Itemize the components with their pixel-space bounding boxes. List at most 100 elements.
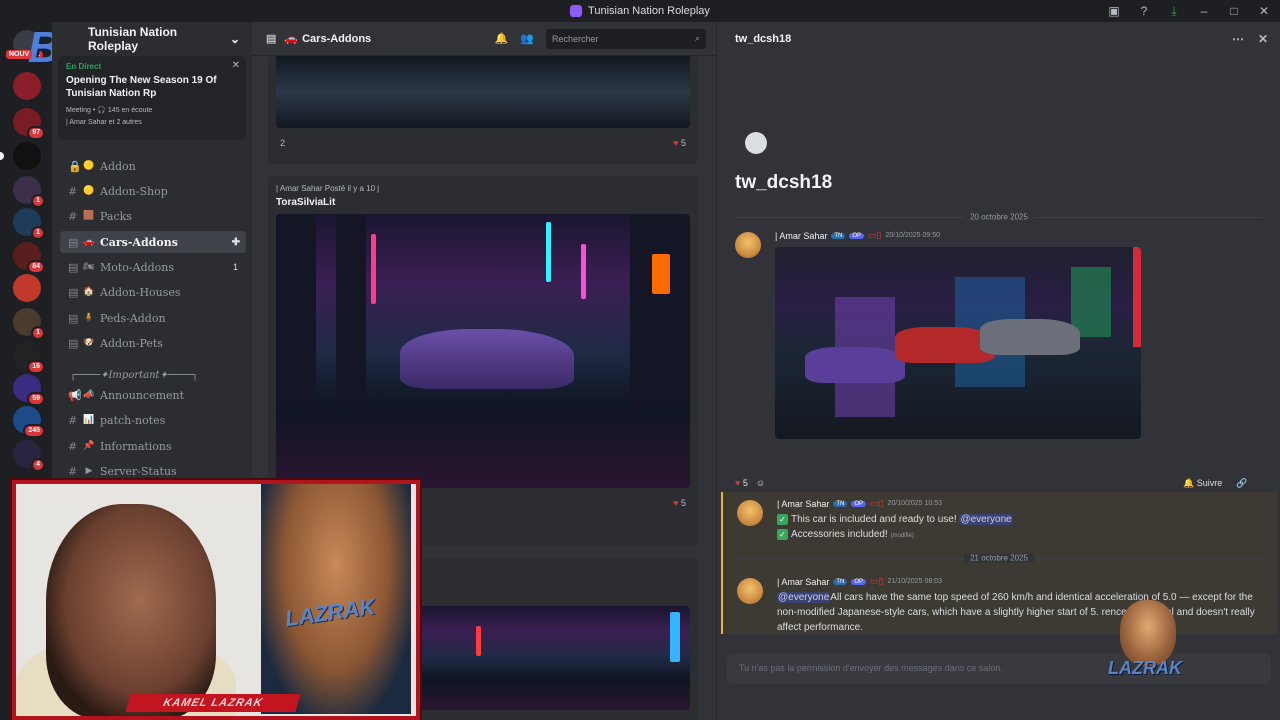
date-divider: 20 octobre 2025 xyxy=(735,212,1263,222)
more-options-icon[interactable]: ⋯ xyxy=(1232,32,1244,46)
server-icon[interactable] xyxy=(0,142,41,170)
channel-item-addon[interactable]: 🔒 🟡 Addon xyxy=(60,155,246,177)
channel-label: Moto-Addons xyxy=(100,260,175,274)
live-title: Opening The New Season 19 Of Tunisian Na… xyxy=(66,75,217,99)
forum-icon: ▤ xyxy=(68,311,79,325)
message-header: | Amar Sahar TN OP ▭▯ 20/10/2025 09:50 xyxy=(775,230,940,241)
add-reaction-icon[interactable]: ☺ xyxy=(756,478,765,488)
mention[interactable]: @everyone xyxy=(959,514,1013,525)
thread-icon xyxy=(745,132,767,154)
channel-label: Announcement xyxy=(100,388,185,402)
forum-post[interactable]: 2 ♥ 5 xyxy=(268,56,698,164)
app-logo-icon xyxy=(570,5,583,17)
link-icon[interactable]: 🔗 xyxy=(1236,478,1247,489)
post-title[interactable]: ToraSilviaLit xyxy=(268,193,698,214)
message-image[interactable] xyxy=(775,247,1141,439)
channel-item-moto-addons[interactable]: ▤ 🏍 Moto-Addons 1 xyxy=(60,256,246,278)
add-member-icon[interactable]: ✚ xyxy=(232,237,240,248)
channel-label: Peds-Addon xyxy=(100,311,166,325)
thread-title: tw_dcsh18 xyxy=(735,172,833,193)
avatar[interactable] xyxy=(737,578,763,604)
avatar[interactable] xyxy=(735,232,761,258)
post-image[interactable] xyxy=(276,56,690,128)
reaction-count[interactable]: ♥ 5 xyxy=(673,498,686,508)
server-icon[interactable]: 4 xyxy=(13,440,45,472)
channel-emoji: 🧍 xyxy=(83,313,95,323)
follow-button[interactable]: 🔔 Suivre xyxy=(1183,478,1222,489)
check-icon: ✓ xyxy=(777,514,788,525)
server-icon[interactable]: 1 xyxy=(13,308,45,340)
timestamp: 21/10/2025 08:03 xyxy=(887,578,943,585)
webcam-face xyxy=(46,504,216,716)
reaction-heart[interactable]: ♥ 5 xyxy=(735,478,748,488)
server-icon[interactable]: 245 xyxy=(13,406,45,438)
inbox-icon[interactable]: ▣ xyxy=(1106,4,1122,18)
channel-item-patch-notes[interactable]: # 📊 patch-notes xyxy=(60,409,246,431)
mention[interactable]: @everyone xyxy=(777,592,831,603)
help-icon[interactable]: ? xyxy=(1136,4,1152,18)
timestamp: 20/10/2025 09:50 xyxy=(885,232,941,239)
role-icon: ▭▯ xyxy=(870,498,884,508)
close-icon[interactable]: ✕ xyxy=(1258,32,1268,46)
hash-icon: # xyxy=(68,209,78,223)
webcam-banner: KAMEL LAZRAK xyxy=(125,694,301,712)
post-image[interactable] xyxy=(276,214,690,488)
channel-item-addon-shop[interactable]: # 🟡 Addon-Shop xyxy=(60,180,246,202)
members-icon[interactable]: 👥 xyxy=(520,32,534,45)
message-line: Accessories included! xyxy=(791,529,888,540)
guild-header[interactable]: Tunisian Nation Roleplay ⌄ xyxy=(52,22,252,56)
unread-badge: 4 xyxy=(31,458,45,472)
download-icon[interactable]: ⤓ xyxy=(1166,4,1182,19)
channel-label: Server-Status xyxy=(100,464,177,478)
server-icon[interactable]: 16 xyxy=(13,342,45,374)
unread-badge: 84 xyxy=(27,260,45,274)
search-input[interactable]: Rechercher ⌕ xyxy=(546,28,706,49)
channel-item-cars-addons[interactable]: ▤ 🚗 Cars-Addons ✚ xyxy=(60,231,246,253)
bell-icon[interactable]: 🔔 xyxy=(495,32,509,45)
timestamp: 20/10/2025 10:53 xyxy=(887,500,943,507)
live-stage-card[interactable]: En Direct Opening The New Season 19 Of T… xyxy=(58,56,246,140)
server-icon[interactable]: 84 xyxy=(13,242,45,274)
author-name[interactable]: | Amar Sahar xyxy=(777,577,829,587)
watermark-face xyxy=(1120,600,1176,666)
forum-icon: ▤ xyxy=(68,260,79,274)
channel-item-packs[interactable]: # 🟫 Packs xyxy=(60,205,246,227)
close-window-icon[interactable]: ✕ xyxy=(1256,4,1272,18)
channel-item-peds-addon[interactable]: ▤ 🧍 Peds-Addon xyxy=(60,307,246,329)
minimize-icon[interactable]: – xyxy=(1196,4,1212,18)
channel-label: patch-notes xyxy=(100,413,166,427)
hash-icon: # xyxy=(68,464,78,478)
server-icon[interactable]: 97 xyxy=(13,108,45,140)
channel-item-addon-houses[interactable]: ▤ 🏠 Addon-Houses xyxy=(60,281,246,303)
watermark-label: LAZRAK xyxy=(1108,658,1182,678)
thread-actions: 🔔 Suivre 🔗 xyxy=(1183,478,1247,489)
guild-tag: TN xyxy=(831,232,846,239)
maximize-icon[interactable]: □ xyxy=(1226,4,1242,18)
channel-emoji: 🏠 xyxy=(83,287,95,297)
guild-tag: TN xyxy=(833,578,848,585)
server-icon[interactable]: 1 xyxy=(13,176,45,208)
category-important[interactable]: ┌────✦Important✦────┐ xyxy=(70,370,198,381)
reaction-count[interactable]: ♥ 5 xyxy=(673,138,686,148)
forum-icon: ▤ xyxy=(68,285,79,299)
channel-label: Addon-Pets xyxy=(100,336,163,350)
channel-item-server-status[interactable]: # ▶ Server-Status xyxy=(60,460,246,482)
channel-emoji: 🟫 xyxy=(83,211,95,221)
author-name[interactable]: | Amar Sahar xyxy=(777,499,829,509)
server-icon[interactable]: 1 xyxy=(13,208,45,240)
avatar[interactable] xyxy=(737,500,763,526)
author-name[interactable]: | Amar Sahar xyxy=(775,231,827,241)
live-tag: En Direct xyxy=(66,62,102,71)
server-icon[interactable] xyxy=(13,274,41,302)
channel-emoji: 🟡 xyxy=(83,161,95,171)
server-icon[interactable] xyxy=(13,72,41,100)
reaction-bar: ♥ 5 ☺ xyxy=(735,478,765,488)
unread-badge: 1 xyxy=(31,194,45,208)
role-icon: ▭▯ xyxy=(868,230,882,240)
op-tag: OP xyxy=(849,232,865,239)
channel-item-informations[interactable]: # 📌 Informations xyxy=(60,435,246,457)
close-icon[interactable]: ✕ xyxy=(232,60,240,71)
channel-item-announcement[interactable]: 📢 📣 Announcement xyxy=(60,384,246,406)
server-icon[interactable]: 59 xyxy=(13,374,45,406)
channel-item-addon-pets[interactable]: ▤ 🐶 Addon-Pets xyxy=(60,332,246,354)
